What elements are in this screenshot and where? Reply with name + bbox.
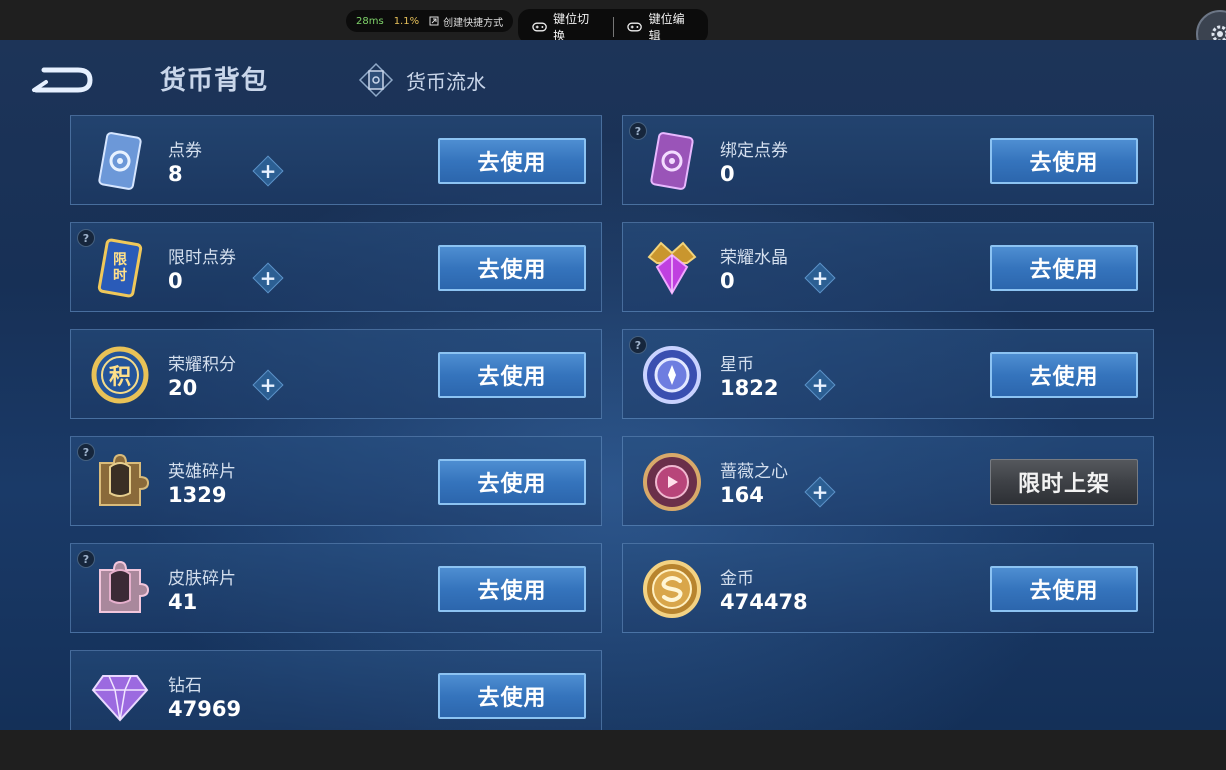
currency-amount: 47969	[168, 697, 242, 721]
currency-card-limited-coupon: ? 限时 限时点券 0 + 去使用	[70, 222, 602, 312]
currency-card-coupon: 点券 8 + 去使用	[70, 115, 602, 205]
limited-release-button[interactable]: 限时上架	[990, 459, 1138, 505]
shortcut-icon	[429, 16, 439, 26]
currency-amount: 474478	[720, 590, 808, 614]
use-button[interactable]: 去使用	[990, 138, 1138, 184]
currency-card-crystal: 荣耀水晶 0 + 去使用	[622, 222, 1154, 312]
plus-icon: +	[811, 266, 829, 290]
use-button[interactable]: 去使用	[990, 352, 1138, 398]
key-switch-label: 键位切换	[553, 11, 590, 43]
currency-flow-label: 货币流水	[406, 69, 486, 94]
currency-name: 限时点券	[168, 248, 236, 268]
emulator-bottom-bar	[0, 730, 1226, 770]
back-arrow-icon	[32, 67, 93, 93]
currency-amount: 1329	[168, 483, 227, 507]
currency-amount: 1822	[720, 376, 779, 400]
key-edit-button[interactable]: 键位编辑	[613, 10, 708, 44]
card-diamond-icon	[358, 62, 394, 98]
use-button[interactable]: 去使用	[438, 245, 586, 291]
use-button[interactable]: 去使用	[438, 352, 586, 398]
gamepad-icon	[532, 22, 547, 31]
plus-icon: +	[259, 373, 277, 397]
diamond-icon	[89, 663, 151, 729]
gold-coin-icon	[641, 556, 703, 622]
plus-icon: +	[259, 159, 277, 183]
currency-card-rose-heart: 蔷薇之心 164 + 限时上架	[622, 436, 1154, 526]
currency-card-hero-fragment: ? 英雄碎片 1329 去使用	[70, 436, 602, 526]
currency-card-bound-coupon: ? 绑定点券 0 去使用	[622, 115, 1154, 205]
create-shortcut-button[interactable]: 创建快捷方式	[429, 14, 503, 29]
currency-name: 皮肤碎片	[168, 569, 236, 589]
currency-card-points: 积 荣耀积分 20 + 去使用	[70, 329, 602, 419]
currency-amount: 0	[168, 269, 183, 293]
currency-amount: 8	[168, 162, 183, 186]
add-points-button[interactable]: +	[252, 369, 284, 401]
rose-heart-icon	[641, 449, 703, 515]
currency-name: 绑定点券	[720, 141, 788, 161]
currency-card-skin-fragment: ? 皮肤碎片 41 去使用	[70, 543, 602, 633]
limited-coupon-text: 限时	[113, 252, 127, 284]
key-switch-button[interactable]: 键位切换	[518, 10, 613, 44]
coupon-icon	[89, 128, 151, 194]
add-star-coin-button[interactable]: +	[804, 369, 836, 401]
points-coin-text: 积	[108, 365, 131, 390]
currency-amount: 41	[168, 590, 198, 614]
plus-icon: +	[811, 480, 829, 504]
performance-pill: 28ms 1.1% 创建快捷方式	[346, 10, 514, 32]
use-button[interactable]: 去使用	[438, 459, 586, 505]
cpu-value: 1.1%	[393, 15, 420, 27]
plus-icon: +	[811, 373, 829, 397]
use-button[interactable]: 去使用	[438, 138, 586, 184]
currency-flow-tab[interactable]: 货币流水	[358, 62, 486, 98]
currency-card-gold: 金币 474478 去使用	[622, 543, 1154, 633]
gamepad-edit-icon	[627, 22, 643, 31]
limited-coupon-icon: 限时	[89, 235, 151, 301]
currency-amount: 0	[720, 269, 735, 293]
points-coin-icon: 积	[89, 342, 151, 408]
add-rose-heart-button[interactable]: +	[804, 476, 836, 508]
key-mapping-pill: 键位切换 键位编辑	[518, 9, 708, 44]
skin-fragment-icon	[89, 556, 151, 622]
hero-fragment-icon	[89, 449, 151, 515]
currency-card-star-coin: ? 星币 1822 + 去使用	[622, 329, 1154, 419]
page-title: 货币背包	[160, 66, 269, 96]
currency-name: 金币	[720, 569, 754, 589]
plus-icon: +	[259, 266, 277, 290]
bound-coupon-icon	[641, 128, 703, 194]
currency-amount: 0	[720, 162, 735, 186]
currency-name: 荣耀水晶	[720, 248, 788, 268]
add-limited-coupon-button[interactable]: +	[252, 262, 284, 294]
currency-card-diamond: 钻石 47969 去使用	[70, 650, 602, 730]
create-shortcut-label: 创建快捷方式	[443, 17, 504, 29]
currency-name: 蔷薇之心	[720, 462, 788, 482]
currency-amount: 164	[720, 483, 764, 507]
add-coupon-button[interactable]: +	[252, 155, 284, 187]
key-edit-label: 键位编辑	[648, 11, 685, 43]
use-button[interactable]: 去使用	[438, 673, 586, 719]
currency-amount: 20	[168, 376, 198, 400]
use-button[interactable]: 去使用	[990, 566, 1138, 612]
use-button[interactable]: 去使用	[990, 245, 1138, 291]
use-button[interactable]: 去使用	[438, 566, 586, 612]
star-coin-icon	[641, 342, 703, 408]
latency-value: 28ms	[356, 15, 384, 27]
currency-name: 星币	[720, 355, 754, 375]
back-button[interactable]	[30, 60, 94, 96]
currency-name: 点券	[168, 141, 202, 161]
crystal-icon	[641, 235, 703, 301]
currency-name: 钻石	[168, 676, 202, 696]
add-crystal-button[interactable]: +	[804, 262, 836, 294]
currency-name: 荣耀积分	[168, 355, 236, 375]
currency-bag-screen: 货币背包 货币流水 点券 8 + 去使用 ? 绑定点券 0 去使用 ? 限时 限…	[0, 40, 1226, 730]
currency-name: 英雄碎片	[168, 462, 236, 482]
